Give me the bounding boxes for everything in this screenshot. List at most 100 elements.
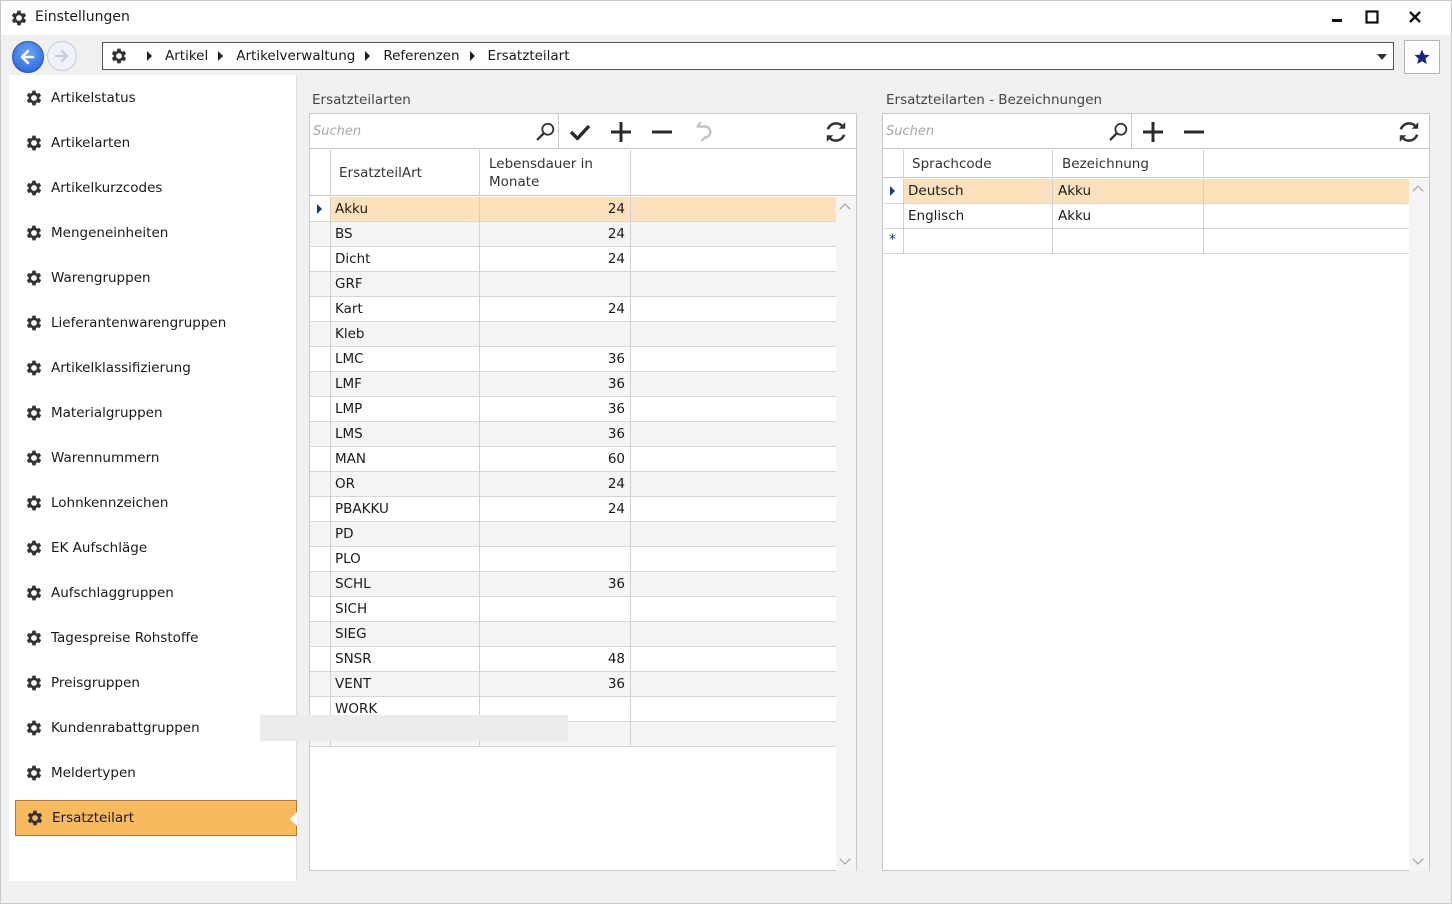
cell-lebensdauer[interactable]: 24 [480, 222, 630, 246]
plus-icon[interactable] [1139, 118, 1167, 146]
table-row[interactable]: SICH [310, 597, 836, 622]
table-row[interactable]: Akku 24 [310, 197, 836, 222]
sidebar-item-tagespreise-rohstoffe[interactable]: Tagespreise Rohstoffe [15, 620, 297, 656]
cell-lebensdauer[interactable] [480, 272, 630, 296]
sidebar-item-mengeneinheiten[interactable]: Mengeneinheiten [15, 215, 297, 251]
sidebar-item-materialgruppen[interactable]: Materialgruppen [15, 395, 297, 431]
cell-ersatzteilart[interactable]: Kleb [330, 322, 479, 346]
chevron-down-icon[interactable] [839, 853, 851, 865]
breadcrumb-item[interactable]: Artikelverwaltung [236, 48, 355, 64]
chevron-down-icon[interactable] [1412, 853, 1424, 865]
table-row[interactable]: LMP 36 [310, 397, 836, 422]
cell-sprachcode[interactable]: Deutsch [903, 179, 1052, 203]
check-icon[interactable] [566, 118, 594, 146]
cell-bezeichnung[interactable]: Akku [1053, 204, 1203, 228]
breadcrumb-item[interactable]: Ersatzteilart [488, 48, 570, 64]
sidebar-item-lohnkennzeichen[interactable]: Lohnkennzeichen [15, 485, 297, 521]
sidebar-item-artikelstatus[interactable]: Artikelstatus [15, 80, 297, 116]
column-header-sprachcode[interactable]: Sprachcode [912, 155, 992, 173]
maximize-button[interactable] [1354, 4, 1390, 30]
table-row[interactable]: VENT 36 [310, 672, 836, 697]
breadcrumb-item[interactable]: Artikel [165, 48, 208, 64]
minus-icon[interactable] [648, 118, 676, 146]
sidebar-item-artikelkurzcodes[interactable]: Artikelkurzcodes [15, 170, 297, 206]
cell-ersatzteilart[interactable]: LMF [330, 372, 479, 396]
cell-ersatzteilart[interactable]: Akku [330, 197, 479, 221]
cell-lebensdauer[interactable]: 36 [480, 572, 630, 596]
search-icon[interactable] [532, 118, 560, 146]
search-icon[interactable] [1105, 118, 1133, 146]
cell-ersatzteilart[interactable]: LMS [330, 422, 479, 446]
plus-icon[interactable] [607, 118, 635, 146]
breadcrumb[interactable]: Artikel Artikelverwaltung Referenzen Ers… [102, 42, 1394, 70]
cell-sprachcode[interactable]: Englisch [903, 204, 1052, 228]
chevron-down-icon[interactable] [1377, 54, 1387, 60]
cell-lebensdauer[interactable]: 24 [480, 497, 630, 521]
cell-lebensdauer[interactable] [480, 322, 630, 346]
cell-ersatzteilart[interactable]: OR [330, 472, 479, 496]
cell-ersatzteilart[interactable]: SCHL [330, 572, 479, 596]
cell-sprachcode[interactable] [903, 229, 1052, 253]
vertical-scrollbar[interactable] [836, 197, 856, 871]
search-input[interactable]: Suchen [886, 124, 934, 139]
table-row[interactable]: MAN 60 [310, 447, 836, 472]
column-header-ersatzteilart[interactable]: ErsatzteilArt [339, 164, 422, 182]
cell-lebensdauer[interactable]: 60 [480, 447, 630, 471]
table-row[interactable]: OR 24 [310, 472, 836, 497]
minimize-button[interactable] [1319, 4, 1355, 30]
table-row[interactable]: SIEG [310, 622, 836, 647]
cell-ersatzteilart[interactable]: SICH [330, 597, 479, 621]
breadcrumb-item[interactable]: Referenzen [383, 48, 459, 64]
cell-ersatzteilart[interactable]: LMP [330, 397, 479, 421]
sidebar-item-preisgruppen[interactable]: Preisgruppen [15, 665, 297, 701]
cell-lebensdauer[interactable]: 24 [480, 297, 630, 321]
cell-ersatzteilart[interactable]: SIEG [330, 622, 479, 646]
table-row[interactable]: Englisch Akku [883, 204, 1409, 229]
table-row[interactable]: SNSR 48 [310, 647, 836, 672]
cell-lebensdauer[interactable]: 36 [480, 422, 630, 446]
refresh-icon[interactable] [1395, 118, 1423, 146]
table-row[interactable]: Dicht 24 [310, 247, 836, 272]
sidebar-item-artikelarten[interactable]: Artikelarten [15, 125, 297, 161]
table-row[interactable]: PLO [310, 547, 836, 572]
sidebar-item-kundenrabattgruppen[interactable]: Kundenrabattgruppen [15, 710, 297, 746]
cell-lebensdauer[interactable]: 48 [480, 647, 630, 671]
forward-button[interactable] [47, 41, 77, 71]
table-row[interactable]: SCHL 36 [310, 572, 836, 597]
undo-icon[interactable] [690, 118, 718, 146]
cell-lebensdauer[interactable] [480, 547, 630, 571]
cell-ersatzteilart[interactable]: VENT [330, 672, 479, 696]
cell-lebensdauer[interactable] [480, 522, 630, 546]
cell-ersatzteilart[interactable]: BS [330, 222, 479, 246]
sidebar-item-lieferantenwarengruppen[interactable]: Lieferantenwarengruppen [15, 305, 297, 341]
cell-lebensdauer[interactable] [480, 622, 630, 646]
column-header-lebensdauer[interactable]: Lebensdauer in Monate [489, 155, 619, 191]
cell-lebensdauer[interactable]: 36 [480, 672, 630, 696]
cell-ersatzteilart[interactable]: GRF [330, 272, 479, 296]
cell-lebensdauer[interactable]: 24 [480, 472, 630, 496]
chevron-up-icon[interactable] [1412, 185, 1424, 197]
cell-ersatzteilart[interactable]: PLO [330, 547, 479, 571]
cell-lebensdauer[interactable]: 36 [480, 397, 630, 421]
favorite-button[interactable] [1404, 40, 1440, 74]
sidebar-item-ek-aufschläge[interactable]: EK Aufschläge [15, 530, 297, 566]
cell-ersatzteilart[interactable]: Dicht [330, 247, 479, 271]
cell-lebensdauer[interactable]: 24 [480, 197, 630, 221]
table-row[interactable]: PD [310, 522, 836, 547]
sidebar-item-aufschlaggruppen[interactable]: Aufschlaggruppen [15, 575, 297, 611]
table-row[interactable]: LMS 36 [310, 422, 836, 447]
cell-ersatzteilart[interactable]: Kart [330, 297, 479, 321]
sidebar-item-warennummern[interactable]: Warennummern [15, 440, 297, 476]
back-button[interactable] [12, 41, 44, 73]
sidebar-item-warengruppen[interactable]: Warengruppen [15, 260, 297, 296]
cell-ersatzteilart[interactable]: PD [330, 522, 479, 546]
table-row[interactable]: BS 24 [310, 222, 836, 247]
table-row[interactable]: Kleb [310, 322, 836, 347]
table-row[interactable]: LMC 36 [310, 347, 836, 372]
refresh-icon[interactable] [822, 118, 850, 146]
table-row[interactable]: Kart 24 [310, 297, 836, 322]
cell-ersatzteilart[interactable]: PBAKKU [330, 497, 479, 521]
cell-ersatzteilart[interactable]: SNSR [330, 647, 479, 671]
search-input[interactable]: Suchen [313, 124, 361, 139]
vertical-scrollbar[interactable] [1409, 179, 1429, 871]
